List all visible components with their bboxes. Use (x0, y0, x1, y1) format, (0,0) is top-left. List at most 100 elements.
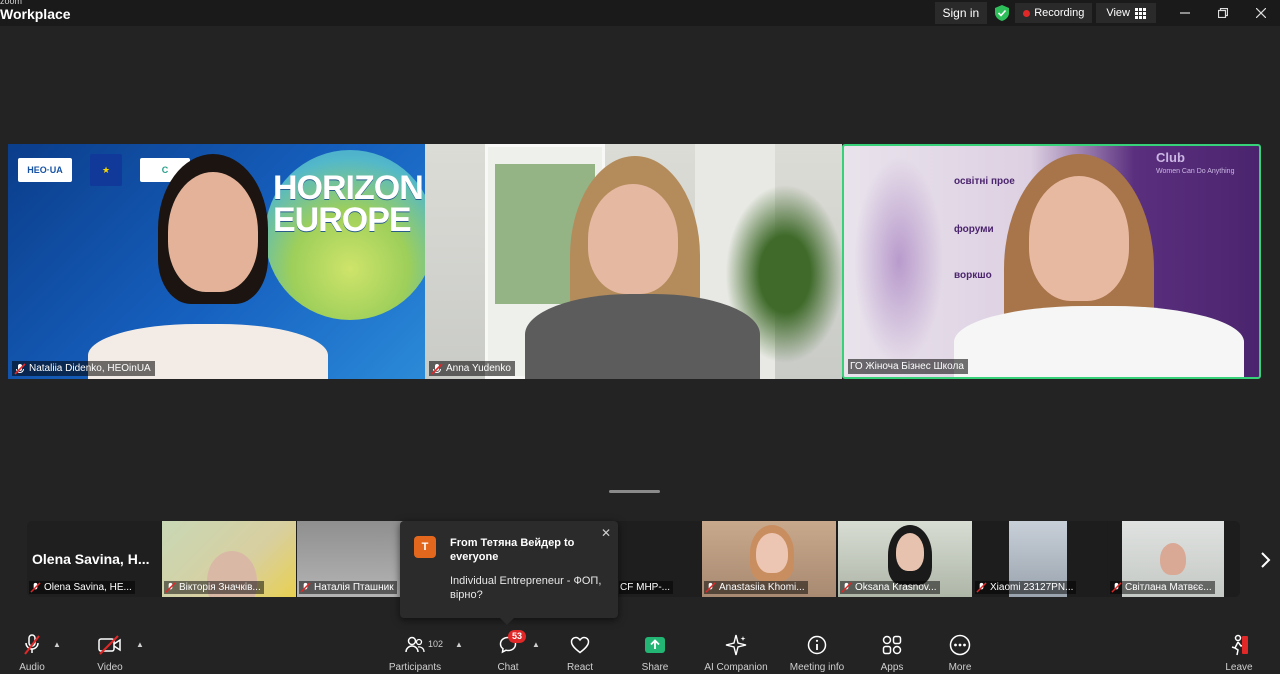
thumb-anastasiia[interactable]: Anastasiia Khomi... (702, 521, 836, 597)
participant-name-tag: Anna Yudenko (429, 361, 515, 376)
thumb-olena[interactable]: Olena Savina, H... Olena Savina, HE... (27, 521, 161, 597)
video-options-chevron-icon[interactable]: ▲ (136, 640, 144, 649)
thumb-svitlana[interactable]: Світлана Матвєє... (1108, 521, 1240, 597)
participants-button[interactable]: Participants (386, 626, 444, 674)
heoua-logo: HEO·UA (18, 158, 72, 182)
background-text-1: освітні прое (954, 176, 1015, 187)
meeting-info-label: Meeting info (789, 662, 845, 673)
chevron-right-icon[interactable] (1254, 549, 1276, 571)
background-slogan: Women Can Do Anything (1156, 168, 1235, 175)
video-tile-active-speaker[interactable]: освітні прое форуми воркшо Club Women Ca… (842, 144, 1261, 379)
participant-name-tag: Nataliia Didenko, HEOinUA (12, 361, 155, 376)
participant-face (588, 184, 678, 294)
record-dot-icon (1023, 9, 1031, 17)
title-bar: zoom Workplace Sign in Recording View (0, 0, 1280, 26)
sign-in-button[interactable]: Sign in (934, 2, 988, 24)
mic-muted-icon (705, 582, 716, 593)
chat-options-chevron-icon[interactable]: ▲ (532, 640, 540, 649)
thumb-xiaomi[interactable]: Xiaomi 23127PN... (973, 521, 1107, 597)
mic-muted-icon (1111, 582, 1122, 593)
meeting-info-button[interactable]: Meeting info (786, 626, 848, 674)
thumb-viktoriia[interactable]: Вікторія Значків... (162, 521, 296, 597)
apps-button[interactable]: Apps (878, 626, 906, 674)
thumb-name: CF МНР-... (620, 582, 670, 593)
thumb-name-tag: Anastasiia Khomi... (704, 581, 808, 594)
more-dots-icon (949, 634, 971, 656)
participant-face (168, 172, 258, 292)
react-button[interactable]: React (564, 626, 596, 674)
thumb-name: Xiaomi 23127PN... (990, 582, 1074, 593)
video-label: Video (97, 662, 123, 673)
grid-icon (1135, 7, 1146, 19)
minimize-button[interactable] (1166, 0, 1204, 26)
participants-count: 102 (428, 639, 444, 649)
participants-strip: Olena Savina, H... Olena Savina, HE... В… (27, 521, 1240, 597)
app-brand: zoom Workplace (0, 0, 71, 21)
audio-options-chevron-icon[interactable]: ▲ (53, 640, 61, 649)
video-button[interactable]: Video (92, 626, 128, 674)
panel-resize-handle[interactable] (609, 490, 660, 493)
leave-label: Leave (1225, 662, 1253, 673)
heart-icon (570, 636, 590, 654)
restore-button[interactable] (1204, 0, 1242, 26)
participants-label: Participants (388, 662, 442, 673)
audio-label: Audio (19, 662, 45, 673)
restore-icon (1218, 8, 1228, 18)
chat-notification-popup[interactable]: T From Тетяна Вейдер to everyone Individ… (400, 521, 618, 625)
video-tile-nataliia[interactable]: HEO·UA ★ C HORIZON EUROPE Nataliia Diden… (8, 144, 425, 379)
thumb-name: Світлана Матвєє... (1125, 582, 1212, 593)
thumb-name: Olena Savina, HE... (44, 582, 132, 593)
thumb-name-tag: Oksana Krasnov... (840, 581, 940, 594)
chat-button[interactable]: 53 Chat (494, 626, 527, 674)
participant-name: Nataliia Didenko, HEOinUA (29, 363, 151, 374)
thumb-name: Oksana Krasnov... (855, 582, 937, 593)
share-screen-icon (645, 637, 665, 653)
mic-muted-icon (841, 582, 852, 593)
security-shield-icon[interactable] (995, 5, 1010, 21)
share-button[interactable]: Share (638, 626, 672, 674)
video-tile-anna[interactable]: Anna Yudenko (425, 144, 842, 379)
participant-name: ГО Жіноча Бізнес Школа (850, 361, 964, 372)
ai-companion-button[interactable]: AI Companion (702, 626, 770, 674)
chat-sender: From Тетяна Вейдер to everyone (450, 537, 575, 563)
mic-muted-icon (165, 582, 176, 593)
info-icon (807, 635, 827, 655)
brand-name: Workplace (0, 6, 71, 22)
recording-label: Recording (1034, 7, 1085, 19)
sender-avatar: T (414, 536, 436, 558)
thumb-name: Anastasiia Khomi... (719, 582, 805, 593)
background-text-2: форуми (954, 224, 994, 235)
mic-muted-icon (30, 582, 41, 593)
leave-button[interactable]: Leave (1224, 626, 1254, 674)
recording-indicator[interactable]: Recording (1015, 3, 1093, 23)
thumb-name-tag: Xiaomi 23127PN... (975, 581, 1077, 594)
chat-message: Individual Entrepreneur - ФОП, вірно? (450, 575, 602, 601)
mic-muted-icon (431, 362, 443, 375)
minimize-icon (1180, 12, 1190, 14)
chat-unread-badge: 53 (508, 630, 527, 643)
thumb-name-tag: Вікторія Значків... (164, 581, 264, 594)
chat-label: Chat (497, 662, 519, 673)
participant-face (1029, 176, 1129, 301)
leave-icon (1231, 634, 1248, 656)
background-text-3: воркшо (954, 270, 992, 281)
floral-pattern (854, 156, 944, 366)
thumb-big-name: Olena Savina, H... (32, 551, 150, 567)
participants-options-chevron-icon[interactable]: ▲ (455, 640, 463, 649)
share-label: Share (641, 662, 669, 673)
thumb-name-tag: CF МНР-... (619, 581, 673, 594)
apps-label: Apps (880, 662, 904, 673)
mic-muted-icon (300, 582, 311, 593)
close-window-button[interactable] (1242, 0, 1280, 26)
view-label: View (1106, 7, 1130, 19)
close-icon[interactable]: ✕ (601, 526, 611, 540)
thumb-oksana[interactable]: Oksana Krasnov... (838, 521, 972, 597)
audio-button[interactable]: Audio (14, 626, 50, 674)
view-button[interactable]: View (1096, 3, 1156, 23)
mic-muted-icon (14, 362, 26, 375)
participant-name: Anna Yudenko (446, 363, 511, 374)
more-button[interactable]: More (944, 626, 976, 674)
participants-icon (405, 636, 425, 653)
apps-icon (882, 635, 902, 655)
horizon-europe-text: HORIZON EUROPE (273, 169, 424, 240)
